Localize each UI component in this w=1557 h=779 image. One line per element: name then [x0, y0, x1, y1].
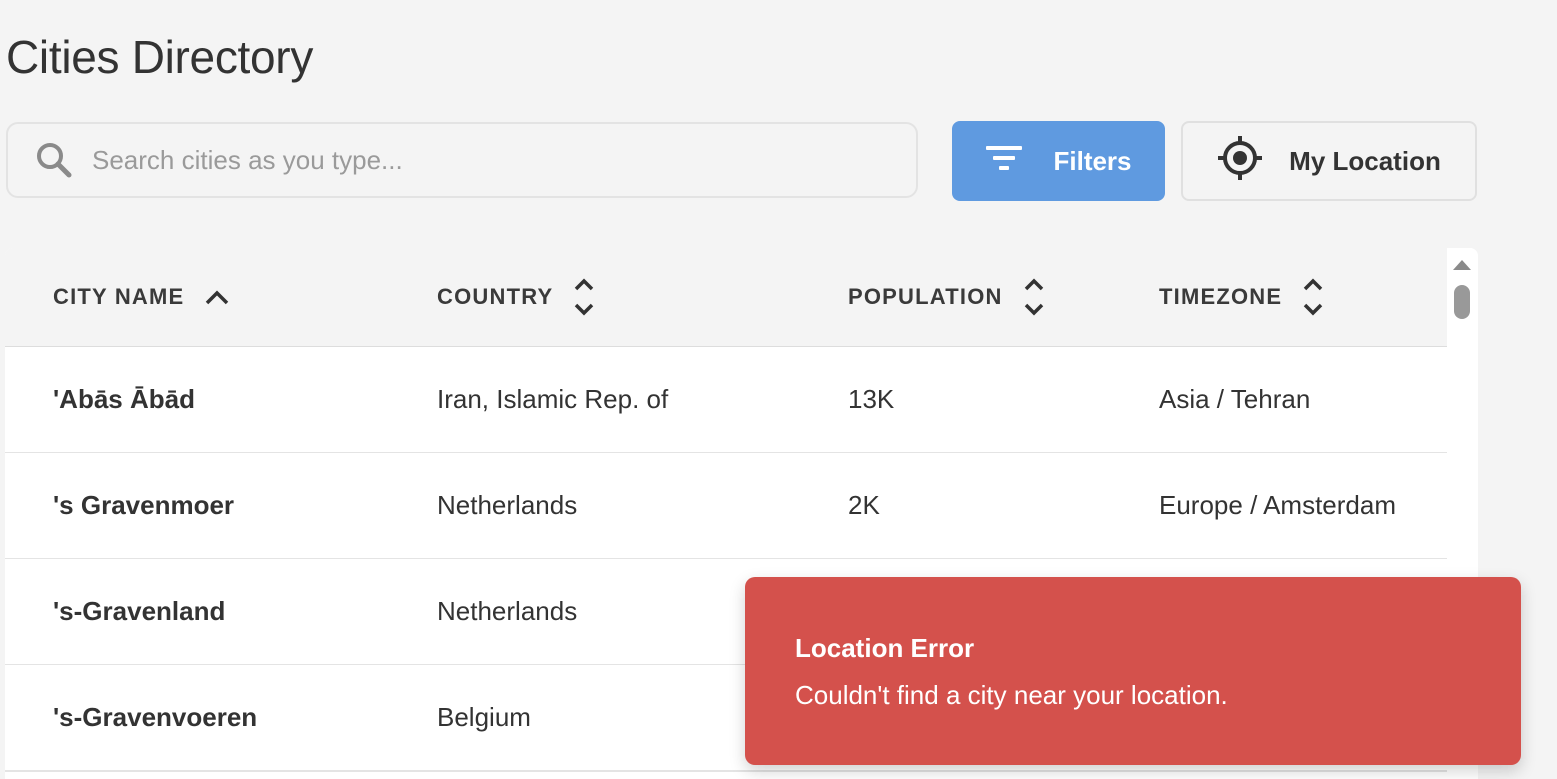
sort-unsorted-icon: [1023, 277, 1045, 317]
cell-country: Belgium: [437, 702, 531, 732]
cell-population: 13K: [848, 384, 895, 414]
cell-city-name: 'Abās Ābād: [53, 384, 195, 414]
sort-unsorted-icon: [1302, 277, 1324, 317]
cell-population: 2K: [848, 490, 880, 520]
search-icon: [34, 140, 74, 180]
crosshair-icon: [1217, 135, 1263, 188]
cell-country: Netherlands: [437, 490, 578, 520]
column-header-country[interactable]: COUNTRY: [437, 248, 595, 346]
cell-country: Iran, Islamic Rep. of: [437, 384, 669, 414]
page: Cities Directory Filters: [0, 0, 1557, 779]
toast-message: Couldn't find a city near your location.: [795, 680, 1228, 710]
filter-icon: [985, 143, 1025, 180]
cell-timezone: Asia / Tehran: [1159, 384, 1311, 414]
table-row[interactable]: 'Abās Ābād Iran, Islamic Rep. of 13K Asi…: [5, 347, 1447, 454]
table-row[interactable]: 's Gravenmoer Netherlands 2K Europe / Am…: [5, 453, 1447, 560]
column-header-city-name[interactable]: CITY NAME: [53, 248, 230, 346]
toast-title: Location Error: [795, 633, 975, 663]
column-header-label: TIMEZONE: [1159, 284, 1283, 309]
column-header-timezone[interactable]: TIMEZONE: [1159, 248, 1324, 346]
column-header-label: CITY NAME: [53, 284, 185, 309]
filters-button[interactable]: Filters: [952, 121, 1165, 201]
scrollbar-thumb[interactable]: [1454, 285, 1470, 319]
sort-ascending-icon: [204, 288, 230, 306]
my-location-button[interactable]: My Location: [1181, 121, 1477, 201]
table-header: CITY NAME COUNTRY POPULATION TIMEZONE: [5, 248, 1447, 347]
search-box[interactable]: [6, 122, 918, 198]
column-header-label: COUNTRY: [437, 284, 554, 309]
column-header-label: POPULATION: [848, 284, 1003, 309]
my-location-button-label: My Location: [1289, 145, 1441, 176]
error-toast[interactable]: Location Error Couldn't find a city near…: [745, 577, 1521, 765]
cell-city-name: 's Gravenmoer: [53, 490, 235, 520]
sort-unsorted-icon: [573, 277, 595, 317]
search-input[interactable]: [90, 143, 874, 177]
column-header-population[interactable]: POPULATION: [848, 248, 1045, 346]
filters-button-label: Filters: [1053, 145, 1132, 176]
cell-city-name: 's-Gravenvoeren: [53, 702, 258, 732]
page-title: Cities Directory: [6, 31, 314, 83]
cell-timezone: Europe / Amsterdam: [1159, 490, 1396, 520]
cell-country: Netherlands: [437, 596, 578, 626]
cell-city-name: 's-Gravenland: [53, 596, 226, 626]
scroll-up-arrow-icon[interactable]: [1452, 258, 1472, 277]
